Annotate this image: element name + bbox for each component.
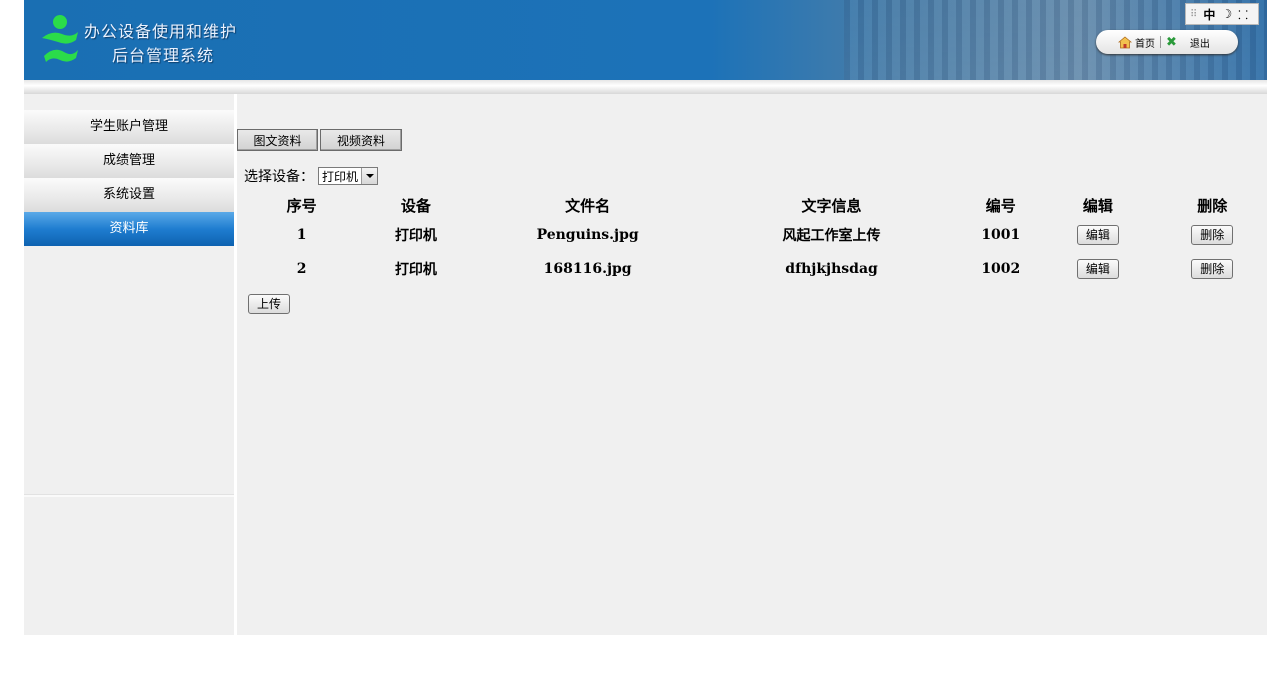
ime-mode-label[interactable]: 中 [1203,6,1215,23]
delete-button[interactable]: 删除 [1191,259,1234,279]
edit-button[interactable]: 编辑 [1076,259,1119,279]
column-header-device: 设备 [400,196,431,215]
link-separator [1160,36,1161,48]
grip-icon: ⠿ [1190,8,1198,20]
table-row: 1 打印机 Penguins.jpg 风起工作室上传 1001 编辑 删除 [247,218,1267,252]
header-banner: 办公设备使用和维护 后台管理系统 首页 ✖ 退出 [24,0,1267,80]
sidebar-item-library[interactable]: 资料库 [24,212,234,246]
device-select[interactable]: 打印机 [318,167,379,185]
upload-button[interactable]: 上传 [248,294,291,314]
edit-button[interactable]: 编辑 [1076,225,1119,245]
dropdown-arrow-icon[interactable] [361,168,378,184]
main-panel: 图文资料 视频资料 选择设备： 打印机 序号 设备 文件名 文字信息 编号 编辑… [237,94,1267,635]
device-select-row: 选择设备： 打印机 [244,166,379,186]
tab-image-text-materials[interactable]: 图文资料 [237,129,318,151]
top-links: 首页 ✖ 退出 [1096,30,1238,54]
moon-icon[interactable]: ☽ [1221,7,1232,21]
cell-delete: 删除 [1158,218,1267,252]
cell-device: 打印机 [394,262,437,278]
exit-link-label: 退出 [1189,38,1210,50]
cell-code: 1001 [981,227,1021,243]
exit-x-icon: ✖ [1166,34,1177,50]
home-link[interactable]: 首页 [1118,35,1155,50]
sidebar-item-system-settings[interactable]: 系统设置 [24,178,234,212]
exit-link[interactable]: ✖ 退出 [1166,35,1210,50]
column-header-delete: 删除 [1197,196,1228,215]
table-header-row: 序号 设备 文件名 文字信息 编号 编辑 删除 [247,192,1267,218]
cell-index: 2 [296,261,307,277]
cell-filename: Penguins.jpg [536,227,639,243]
column-header-code: 编号 [985,196,1016,215]
tab-video-materials[interactable]: 视频资料 [320,129,402,151]
cell-code: 1002 [981,261,1021,277]
device-select-value: 打印机 [322,169,359,184]
cell-filename: 168116.jpg [543,261,632,277]
column-header-index: 序号 [286,196,317,215]
cell-edit: 编辑 [1038,252,1157,286]
home-link-label: 首页 [1135,38,1155,50]
column-header-text: 文字信息 [801,196,862,215]
system-title-line1: 办公设备使用和维护 [84,22,238,41]
column-header-edit: 编辑 [1082,196,1113,215]
sidebar-divider [24,494,234,497]
delete-button[interactable]: 删除 [1191,225,1234,245]
cell-edit: 编辑 [1038,218,1157,252]
cell-index: 1 [296,227,307,243]
cell-device: 打印机 [394,228,437,244]
system-title: 办公设备使用和维护 后台管理系统 [84,20,237,68]
ime-toolbar[interactable]: ⠿ 中 ☽ ⸬ [1185,3,1259,25]
home-icon [1118,35,1132,48]
file-table: 序号 设备 文件名 文字信息 编号 编辑 删除 1 打印机 Penguins.j… [247,192,1267,286]
table-row: 2 打印机 168116.jpg dfhjkjhsdag 1002 编辑 删除 [247,252,1267,286]
system-title-line2: 后台管理系统 [112,46,215,65]
punctuation-icon[interactable]: ⸬ [1238,6,1248,23]
cell-text: dfhjkjhsdag [785,261,878,277]
sidebar-item-student-accounts[interactable]: 学生账户管理 [24,110,234,144]
device-select-label: 选择设备： [244,169,314,185]
cell-text: 风起工作室上传 [782,228,881,244]
cell-delete: 删除 [1158,252,1267,286]
header-divider-bar [24,80,1267,94]
sidebar: 学生账户管理 成绩管理 系统设置 资料库 [24,94,234,635]
column-header-filename: 文件名 [565,196,611,215]
sidebar-item-grades[interactable]: 成绩管理 [24,144,234,178]
logo-icon [42,12,78,62]
